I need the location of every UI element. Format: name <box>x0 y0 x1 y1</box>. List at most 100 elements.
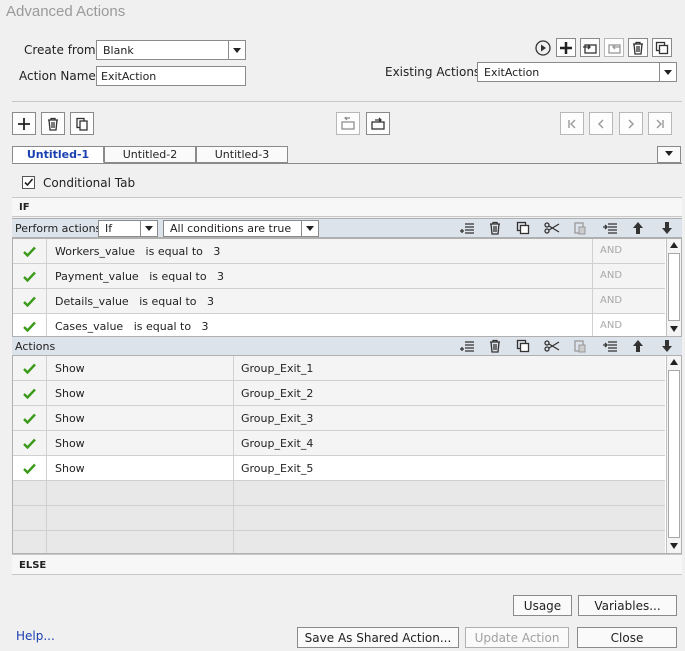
action-target[interactable]: Group_Exit_1 <box>234 356 665 380</box>
action-check-icon[interactable] <box>13 406 47 430</box>
close-button[interactable]: Close <box>577 627 677 648</box>
next-tab-button[interactable] <box>619 112 643 135</box>
condition-expression[interactable]: Payment_value is equal to 3 <box>48 264 593 288</box>
delete-action-button[interactable] <box>628 38 648 57</box>
cut-action-icon[interactable] <box>544 339 560 356</box>
import-button[interactable] <box>580 38 600 57</box>
table-row[interactable]: Details_value is equal to 3 AND <box>13 289 665 314</box>
perform-actions-select[interactable]: If <box>98 220 158 237</box>
action-target[interactable]: Group_Exit_4 <box>234 431 665 455</box>
action-type[interactable]: Show <box>48 356 234 380</box>
empty-row[interactable] <box>13 506 665 531</box>
chevron-down-icon[interactable] <box>140 221 157 236</box>
condition-conjunction[interactable]: AND <box>593 289 665 313</box>
table-row[interactable]: Show Group_Exit_5 <box>13 456 665 481</box>
conditions-grid: Workers_value is equal to 3 AND Payment_… <box>12 238 682 337</box>
table-row[interactable]: Show Group_Exit_2 <box>13 381 665 406</box>
help-link[interactable]: Help... <box>16 629 55 643</box>
create-from-select[interactable]: Blank <box>96 40 246 60</box>
action-check-icon[interactable] <box>13 381 47 405</box>
table-row[interactable]: Payment_value is equal to 3 AND <box>13 264 665 289</box>
paste-condition-icon[interactable] <box>573 221 587 238</box>
condition-conjunction[interactable]: AND <box>593 264 665 288</box>
action-type[interactable]: Show <box>48 456 234 480</box>
add-tab-button[interactable] <box>12 112 36 135</box>
condition-check-icon[interactable] <box>13 239 47 263</box>
scroll-up-icon[interactable] <box>670 242 678 248</box>
tab-untitled-3[interactable]: Untitled-3 <box>196 146 288 163</box>
action-type[interactable]: Show <box>48 381 234 405</box>
condition-conjunction[interactable]: AND <box>593 239 665 263</box>
action-target[interactable]: Group_Exit_5 <box>234 456 665 480</box>
scrollbar-thumb[interactable] <box>668 370 680 538</box>
action-name-input[interactable]: ExitAction <box>96 66 246 86</box>
insert-action-icon[interactable] <box>459 339 475 356</box>
chevron-down-icon[interactable] <box>228 41 245 59</box>
conditions-select[interactable]: All conditions are true <box>163 220 319 237</box>
preview-icon[interactable] <box>535 40 551 56</box>
condition-expression[interactable]: Cases_value is equal to 3 <box>48 314 593 336</box>
new-action-button[interactable] <box>556 38 576 57</box>
copy-condition-icon[interactable] <box>516 221 530 238</box>
scroll-down-icon[interactable] <box>670 543 678 549</box>
chevron-down-icon[interactable] <box>659 63 676 81</box>
scroll-up-icon[interactable] <box>670 359 678 365</box>
table-row[interactable]: Cases_value is equal to 3 AND <box>13 314 665 336</box>
variables-button[interactable]: Variables... <box>578 595 677 616</box>
move-up-icon[interactable] <box>632 221 644 238</box>
table-row[interactable]: Show Group_Exit_3 <box>13 406 665 431</box>
empty-row[interactable] <box>13 481 665 506</box>
tab-untitled-2[interactable]: Untitled-2 <box>104 146 196 163</box>
paste-action-icon[interactable] <box>573 339 587 356</box>
action-check-icon[interactable] <box>13 356 47 380</box>
first-tab-button[interactable] <box>560 112 584 135</box>
save-as-shared-action-button[interactable]: Save As Shared Action... <box>297 627 459 648</box>
move-down-icon[interactable] <box>661 339 673 356</box>
condition-expression[interactable]: Details_value is equal to 3 <box>48 289 593 313</box>
previous-tab-button[interactable] <box>589 112 613 135</box>
update-action-button[interactable]: Update Action <box>465 627 569 648</box>
scrollbar-thumb[interactable] <box>668 253 680 321</box>
tabs-overflow-button[interactable] <box>657 146 681 163</box>
action-type[interactable]: Show <box>48 406 234 430</box>
insert-condition-icon[interactable] <box>459 221 475 238</box>
delete-tab-button[interactable] <box>41 112 65 135</box>
action-check-icon[interactable] <box>13 456 47 480</box>
action-target[interactable]: Group_Exit_2 <box>234 381 665 405</box>
export-button[interactable] <box>604 38 624 57</box>
else-section-header[interactable]: ELSE <box>12 554 682 575</box>
move-up-icon[interactable] <box>632 339 644 356</box>
conditional-tab-checkbox[interactable] <box>22 176 35 189</box>
action-check-icon[interactable] <box>13 431 47 455</box>
delete-condition-icon[interactable] <box>488 221 502 238</box>
move-tab-left-button[interactable] <box>336 112 360 135</box>
condition-conjunction[interactable]: AND <box>593 314 665 336</box>
condition-check-icon[interactable] <box>13 314 47 336</box>
actions-scrollbar[interactable] <box>666 356 681 553</box>
copy-tab-button[interactable] <box>70 112 94 135</box>
conditions-scrollbar[interactable] <box>666 239 681 336</box>
usage-button[interactable]: Usage <box>513 595 572 616</box>
empty-row[interactable] <box>13 531 665 553</box>
action-type[interactable]: Show <box>48 431 234 455</box>
chevron-down-icon[interactable] <box>301 221 318 236</box>
table-row[interactable]: Show Group_Exit_1 <box>13 356 665 381</box>
action-target[interactable]: Group_Exit_3 <box>234 406 665 430</box>
move-tab-right-button[interactable] <box>366 112 390 135</box>
condition-check-icon[interactable] <box>13 264 47 288</box>
copy-action-icon[interactable] <box>516 339 530 356</box>
existing-actions-select[interactable]: ExitAction <box>477 62 677 82</box>
insert-above-icon[interactable] <box>602 339 618 356</box>
table-row[interactable]: Workers_value is equal to 3 AND <box>13 239 665 264</box>
condition-check-icon[interactable] <box>13 289 47 313</box>
last-tab-button[interactable] <box>648 112 672 135</box>
duplicate-action-button[interactable] <box>652 38 672 57</box>
cut-condition-icon[interactable] <box>544 221 560 238</box>
tab-untitled-1[interactable]: Untitled-1 <box>12 146 104 163</box>
table-row[interactable]: Show Group_Exit_4 <box>13 431 665 456</box>
delete-action-icon[interactable] <box>488 339 502 356</box>
move-down-icon[interactable] <box>661 221 673 238</box>
condition-expression[interactable]: Workers_value is equal to 3 <box>48 239 593 263</box>
insert-above-icon[interactable] <box>602 221 618 238</box>
scroll-down-icon[interactable] <box>670 326 678 332</box>
